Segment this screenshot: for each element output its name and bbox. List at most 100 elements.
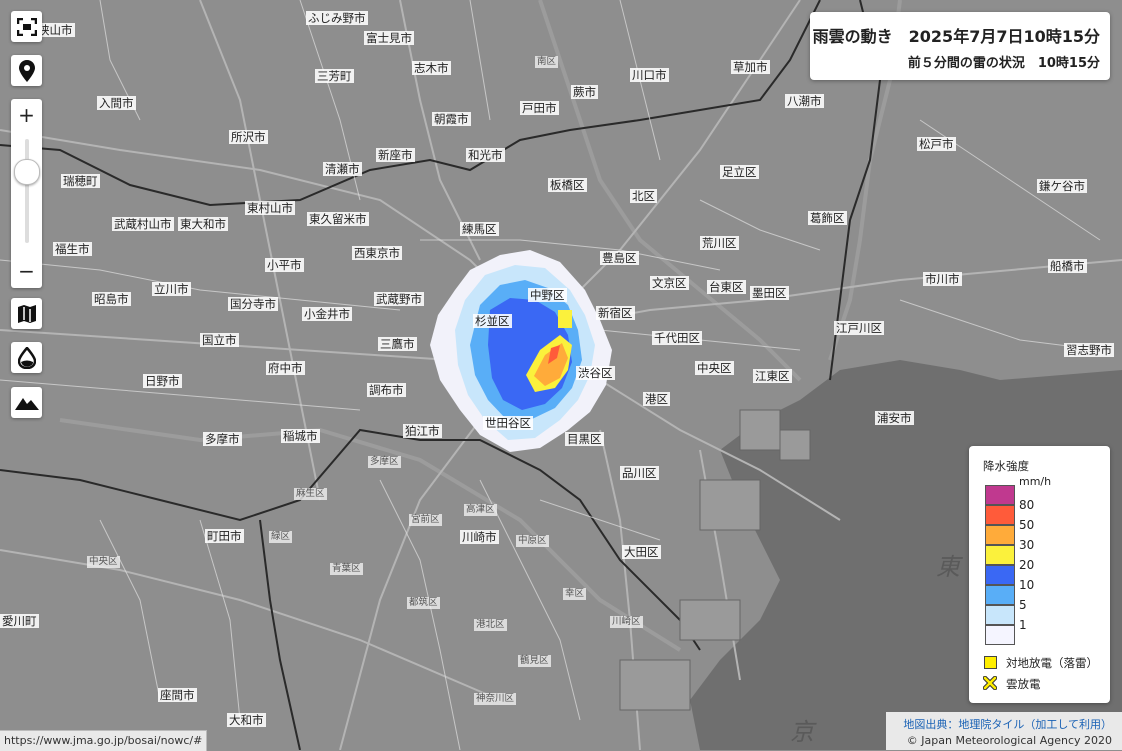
place-label: 草加市 xyxy=(731,60,770,74)
place-label: 浦安市 xyxy=(875,411,914,425)
place-label: 市川市 xyxy=(923,272,962,286)
place-label: 江戸川区 xyxy=(834,321,884,335)
svg-text:東: 東 xyxy=(936,553,964,581)
ward-label: 青葉区 xyxy=(330,563,363,575)
attribution-link[interactable]: 地図出典：地理院タイル（加工して利用） xyxy=(903,716,1112,732)
place-label: 練馬区 xyxy=(460,222,499,236)
page-title: 雨雲の動き 2025年7月7日10時15分 xyxy=(812,27,1100,46)
place-label: 西東京市 xyxy=(352,246,402,260)
fullscreen-button[interactable] xyxy=(11,11,42,42)
legend-swatch xyxy=(985,485,1015,505)
raindrop-icon xyxy=(17,346,36,369)
legend-panel: 降水強度 mm/h 80 50 30 20 10 5 1 対地放電（落雷） 雲放… xyxy=(969,446,1110,703)
map-canvas[interactable]: 東 京 狭山市 ふじみ野市 富士見市 志木市 三芳町 入間市 所沢市 朝霞市 和… xyxy=(0,0,1122,750)
place-label: 瑞穂町 xyxy=(61,174,100,188)
place-label: 船橋市 xyxy=(1048,259,1087,273)
place-label: 国分寺市 xyxy=(228,297,278,311)
place-label: 板橋区 xyxy=(548,178,587,192)
place-label: 戸田市 xyxy=(520,101,559,115)
place-label: 杉並区 xyxy=(473,314,512,328)
place-label: 目黒区 xyxy=(565,432,604,446)
place-label: 墨田区 xyxy=(750,286,789,300)
legend-cloud-discharge-label: 雲放電 xyxy=(1006,677,1041,691)
place-label: 八潮市 xyxy=(785,94,824,108)
place-label: 大和市 xyxy=(227,713,266,727)
place-label: 東久留米市 xyxy=(307,212,369,226)
title-panel: 雨雲の動き 2025年7月7日10時15分 前５分間の雷の状況 10時15分 xyxy=(810,12,1110,80)
location-button[interactable] xyxy=(11,55,42,86)
place-label: 中野区 xyxy=(528,288,567,302)
ward-label: 緑区 xyxy=(269,531,293,543)
legend-swatch xyxy=(985,505,1015,525)
terrain-button[interactable] xyxy=(11,387,42,418)
ward-label: 南区 xyxy=(535,56,559,68)
place-label: 富士見市 xyxy=(364,31,414,45)
legend-level-label: 50 xyxy=(1019,518,1035,532)
place-label: 習志野市 xyxy=(1064,343,1114,357)
place-label: 大田区 xyxy=(622,545,661,559)
place-label: 朝霞市 xyxy=(432,112,471,126)
place-label: 稲城市 xyxy=(281,429,320,443)
fullscreen-icon xyxy=(16,17,37,36)
place-label: 川口市 xyxy=(630,68,669,82)
legend-swatch xyxy=(985,565,1015,585)
place-label: 川崎市 xyxy=(460,530,499,544)
ward-label: 川崎区 xyxy=(610,616,643,628)
zoom-control: + − xyxy=(11,99,42,288)
legend-title: 降水強度 xyxy=(983,459,1029,473)
place-label: 狛江市 xyxy=(403,424,442,438)
zoom-slider-knob[interactable] xyxy=(14,159,40,185)
legend-level-label: 10 xyxy=(1019,578,1035,592)
place-label: 国立市 xyxy=(200,333,239,347)
legend-level-label: 5 xyxy=(1019,598,1027,612)
legend-swatch xyxy=(985,525,1015,545)
place-label: 日野市 xyxy=(143,374,182,388)
page-subtitle: 前５分間の雷の状況 10時15分 xyxy=(907,56,1100,71)
place-label: 小金井市 xyxy=(302,307,352,321)
place-label: 北区 xyxy=(630,189,657,203)
copyright: © Japan Meteorological Agency 2020 xyxy=(906,734,1112,747)
zoom-slider-track[interactable] xyxy=(25,139,29,243)
place-label: 中央区 xyxy=(695,361,734,375)
mountain-icon xyxy=(14,397,39,410)
place-label: 三芳町 xyxy=(315,69,354,83)
legend-swatch xyxy=(985,545,1015,565)
ward-label: 都筑区 xyxy=(407,597,440,609)
map-type-button[interactable] xyxy=(11,298,42,329)
place-label: ふじみ野市 xyxy=(306,11,368,25)
place-label: 江東区 xyxy=(753,369,792,383)
lightning-ground-icon xyxy=(984,656,997,669)
cloud-discharge-icon xyxy=(983,676,997,690)
place-label: 台東区 xyxy=(707,280,746,294)
place-label: 町田市 xyxy=(205,529,244,543)
ward-label: 宮前区 xyxy=(409,514,442,526)
place-label: 昭島市 xyxy=(92,292,131,306)
place-label: 志木市 xyxy=(412,61,451,75)
place-label: 和光市 xyxy=(466,148,505,162)
legend-level-label: 80 xyxy=(1019,498,1035,512)
place-label: 多摩市 xyxy=(203,432,242,446)
legend-level-label: 30 xyxy=(1019,538,1035,552)
place-label: 清瀬市 xyxy=(323,162,362,176)
place-label: 葛飾区 xyxy=(808,211,847,225)
zoom-out-button[interactable]: − xyxy=(11,255,42,287)
place-label: 荒川区 xyxy=(700,236,739,250)
place-label: 所沢市 xyxy=(229,130,268,144)
place-label: 武蔵野市 xyxy=(374,292,424,306)
rain-layer-button[interactable] xyxy=(11,342,42,373)
legend-level-label: 20 xyxy=(1019,558,1035,572)
svg-text:京: 京 xyxy=(790,718,817,746)
place-label: 府中市 xyxy=(266,361,305,375)
place-label: 三鷹市 xyxy=(378,337,417,351)
legend-unit: mm/h xyxy=(1019,475,1052,488)
ward-label: 中原区 xyxy=(516,535,549,547)
place-label: 小平市 xyxy=(265,258,304,272)
place-label: 東大和市 xyxy=(178,217,228,231)
legend-level-label: 1 xyxy=(1019,618,1027,632)
legend-swatch xyxy=(985,625,1015,645)
map-icon xyxy=(17,304,36,323)
place-label: 福生市 xyxy=(53,242,92,256)
place-label: 港区 xyxy=(643,392,670,406)
legend-swatch xyxy=(985,605,1015,625)
zoom-in-button[interactable]: + xyxy=(11,99,42,131)
